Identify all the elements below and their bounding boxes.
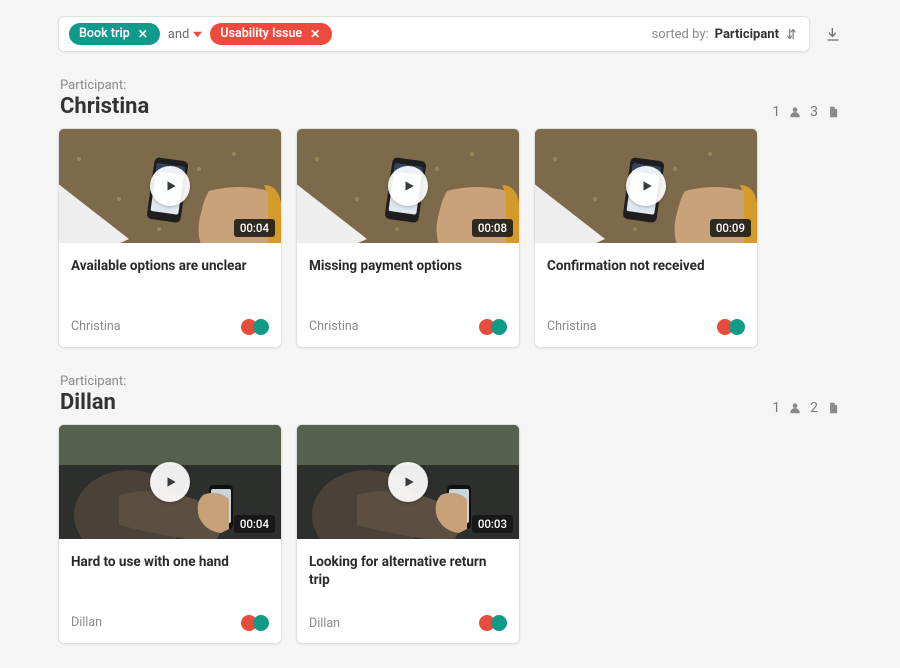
- filter-bar: Book trip ✕ and Usability Issue ✕ sorted…: [58, 16, 810, 52]
- sort-label: sorted by:: [652, 27, 709, 42]
- group-header: Participant: Christina 1 3: [60, 78, 840, 120]
- sort-value: Participant: [715, 27, 779, 42]
- participant-group: Participant: Christina 1 3: [58, 78, 842, 348]
- group-label: Participant:: [60, 78, 149, 94]
- close-icon[interactable]: ✕: [308, 27, 322, 41]
- group-counts: 1 3: [772, 104, 840, 120]
- clip-participant: Christina: [547, 319, 597, 334]
- clip-card[interactable]: 00:03 Looking for alternative return tri…: [296, 424, 520, 644]
- group-name: Dillan: [60, 390, 126, 416]
- tag-dot-teal: [491, 615, 507, 631]
- filter-operator[interactable]: and: [160, 27, 211, 42]
- clip-thumbnail[interactable]: 00:03: [297, 425, 519, 539]
- play-button[interactable]: [150, 462, 190, 502]
- close-icon[interactable]: ✕: [136, 27, 150, 41]
- clip-participant: Christina: [71, 319, 121, 334]
- clip-title: Missing payment options: [309, 257, 507, 293]
- clip-participant: Christina: [309, 319, 359, 334]
- group-counts: 1 2: [772, 400, 840, 416]
- chevron-down-icon: [193, 30, 202, 39]
- clip-thumbnail[interactable]: 00:04: [59, 425, 281, 539]
- play-icon: [402, 475, 416, 489]
- group-label: Participant:: [60, 374, 126, 390]
- filter-tag-usability-issue[interactable]: Usability Issue ✕: [210, 23, 332, 45]
- card-list: 00:04 Available options are unclear Chri…: [58, 128, 842, 348]
- clip-count: 3: [810, 104, 818, 120]
- card-list: 00:04 Hard to use with one hand Dillan: [58, 424, 842, 644]
- filter-tag-label: Book trip: [79, 28, 130, 41]
- filter-operator-label: and: [168, 27, 190, 42]
- play-icon: [164, 475, 178, 489]
- sort-icon: [785, 27, 799, 41]
- clip-thumbnail[interactable]: 00:04: [59, 129, 281, 243]
- clip-duration: 00:03: [472, 515, 513, 533]
- play-icon: [640, 179, 654, 193]
- tag-dot-teal: [253, 615, 269, 631]
- clip-tags: [717, 319, 745, 335]
- clip-title: Available options are unclear: [71, 257, 269, 293]
- clip-icon: [826, 401, 840, 415]
- play-button[interactable]: [388, 166, 428, 206]
- play-button[interactable]: [150, 166, 190, 206]
- tag-dot-teal: [491, 319, 507, 335]
- clip-title: Hard to use with one hand: [71, 553, 269, 589]
- clip-duration: 00:09: [710, 219, 751, 237]
- clip-participant: Dillan: [309, 616, 340, 631]
- filter-tag-label: Usability Issue: [220, 28, 302, 41]
- clip-card[interactable]: 00:09 Confirmation not received Christin…: [534, 128, 758, 348]
- download-icon: [825, 26, 841, 42]
- person-icon: [788, 105, 802, 119]
- play-icon: [402, 179, 416, 193]
- group-name: Christina: [60, 94, 149, 120]
- clip-duration: 00:04: [234, 219, 275, 237]
- person-icon: [788, 401, 802, 415]
- group-header: Participant: Dillan 1 2: [60, 374, 840, 416]
- filter-tag-book-trip[interactable]: Book trip ✕: [69, 23, 160, 45]
- clip-duration: 00:04: [234, 515, 275, 533]
- clip-title: Looking for alternative return trip: [309, 553, 507, 589]
- tag-dot-teal: [253, 319, 269, 335]
- tag-dot-teal: [729, 319, 745, 335]
- download-button[interactable]: [824, 25, 842, 43]
- play-button[interactable]: [626, 166, 666, 206]
- clip-icon: [826, 105, 840, 119]
- clip-thumbnail[interactable]: 00:08: [297, 129, 519, 243]
- clip-count: 2: [810, 400, 818, 416]
- play-button[interactable]: [388, 462, 428, 502]
- sort-control[interactable]: sorted by: Participant: [652, 27, 799, 42]
- clip-card[interactable]: 00:08 Missing payment options Christina: [296, 128, 520, 348]
- clip-card[interactable]: 00:04 Available options are unclear Chri…: [58, 128, 282, 348]
- clip-card[interactable]: 00:04 Hard to use with one hand Dillan: [58, 424, 282, 644]
- participant-count: 1: [772, 400, 780, 416]
- participant-count: 1: [772, 104, 780, 120]
- clip-tags: [479, 319, 507, 335]
- participant-group: Participant: Dillan 1 2: [58, 374, 842, 644]
- play-icon: [164, 179, 178, 193]
- clip-tags: [241, 319, 269, 335]
- clip-title: Confirmation not received: [547, 257, 745, 293]
- clip-tags: [241, 615, 269, 631]
- clip-thumbnail[interactable]: 00:09: [535, 129, 757, 243]
- clip-duration: 00:08: [472, 219, 513, 237]
- clip-participant: Dillan: [71, 615, 102, 630]
- clip-tags: [479, 615, 507, 631]
